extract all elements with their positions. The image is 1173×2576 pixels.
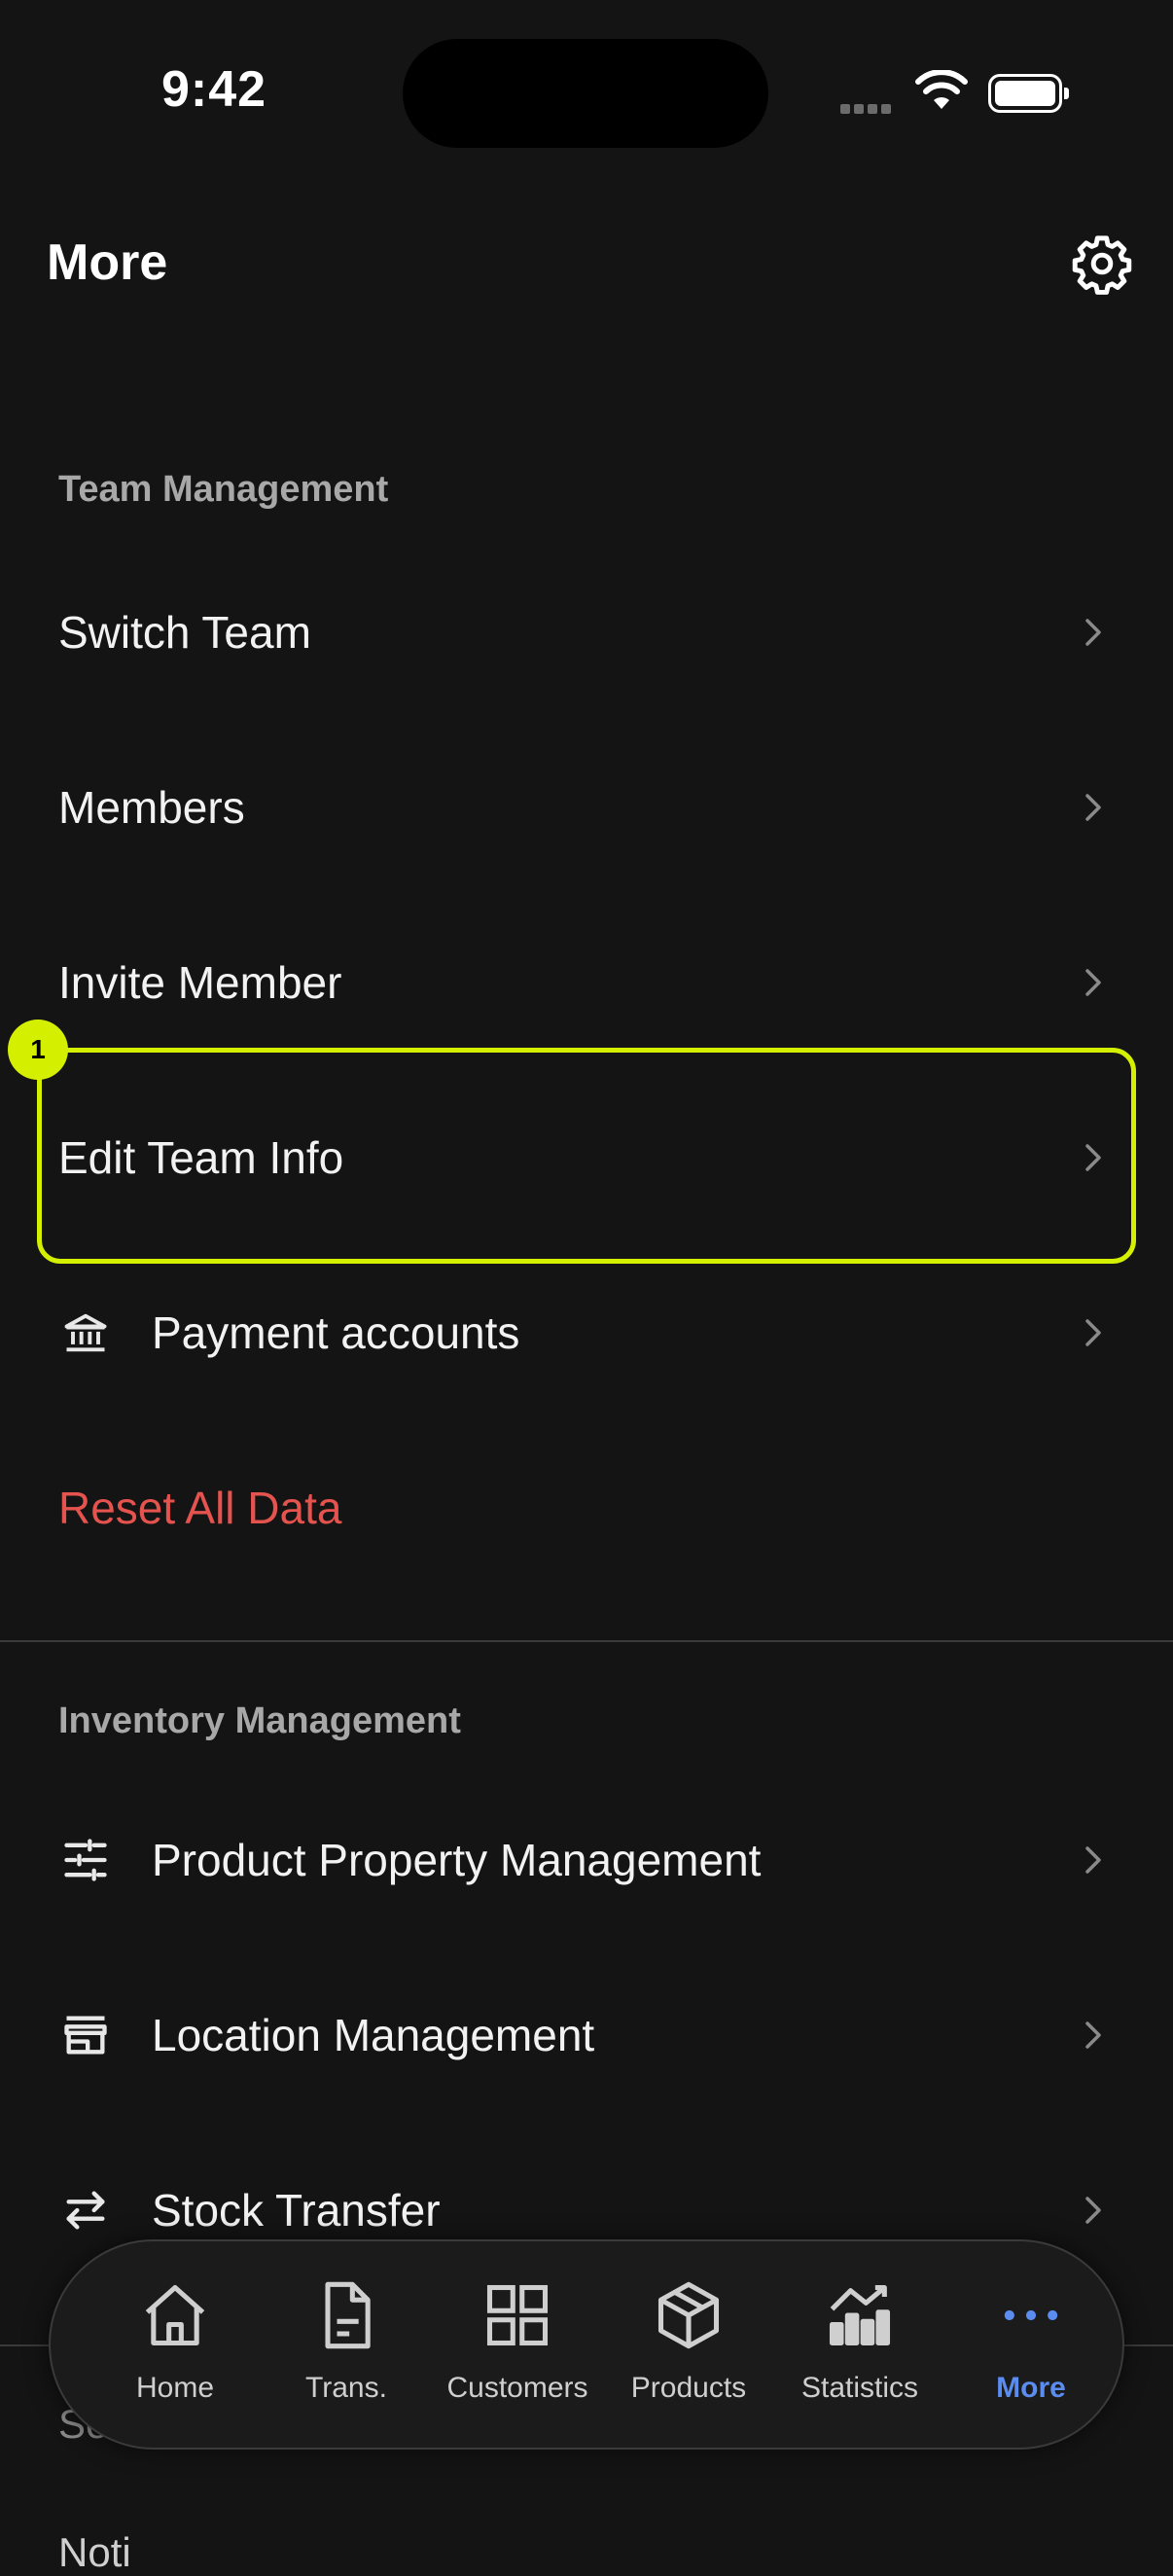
menu-item-label: Location Management — [152, 2010, 595, 2060]
battery-icon — [988, 74, 1069, 113]
document-icon — [325, 2281, 371, 2349]
menu-item-payment-accounts[interactable]: Payment accounts — [0, 1245, 1173, 1420]
grid-icon — [486, 2284, 549, 2346]
highlight-frame — [37, 1048, 1136, 1264]
tab-customers[interactable]: Customers — [432, 2278, 603, 2405]
menu-item-label: Switch Team — [58, 607, 311, 658]
chevron-right-icon — [1085, 1319, 1101, 1346]
tab-label: Customers — [446, 2372, 588, 2404]
partial-menu-item[interactable]: Noti — [58, 2529, 131, 2576]
page-title: More — [47, 234, 168, 291]
menu-item-label: Members — [58, 782, 245, 833]
chevron-right-icon — [1085, 1846, 1101, 1874]
section-title-inventory-management: Inventory Management — [58, 1700, 461, 1741]
bank-icon — [64, 1313, 107, 1352]
tab-label: Trans. — [305, 2372, 387, 2404]
tab-label: Statistics — [800, 2372, 919, 2404]
cellular-signal-icon — [840, 101, 895, 119]
box-icon — [658, 2281, 720, 2349]
section-divider — [0, 1640, 1173, 1642]
menu-item-label: Payment accounts — [152, 1307, 520, 1358]
menu-item-label: Product Property Management — [152, 1835, 762, 1885]
tab-label: More — [996, 2372, 1066, 2404]
menu-item-label: Stock Transfer — [152, 2185, 441, 2236]
settings-gear-icon[interactable] — [1070, 232, 1134, 296]
tab-more[interactable]: More — [945, 2278, 1117, 2405]
more-dots-icon — [1004, 2309, 1058, 2321]
tab-label: Products — [630, 2372, 747, 2404]
sliders-icon — [64, 1839, 107, 1881]
section-title-team-management: Team Management — [58, 469, 389, 510]
dynamic-island — [403, 39, 768, 148]
bar-chart-icon — [829, 2284, 891, 2346]
transfer-arrows-icon — [66, 2191, 105, 2230]
chevron-right-icon — [1085, 2021, 1101, 2049]
chevron-right-icon — [1085, 619, 1101, 646]
highlight-badge: 1 — [8, 1020, 68, 1080]
menu-item-reset-all-data[interactable]: Reset All Data — [0, 1420, 1173, 1595]
chevron-right-icon — [1085, 794, 1101, 821]
status-time: 9:42 — [161, 61, 267, 118]
tab-transactions[interactable]: Trans. — [261, 2278, 432, 2405]
tab-label: Home — [135, 2372, 215, 2404]
chevron-right-icon — [1085, 969, 1101, 996]
status-bar: 9:42 — [0, 0, 1173, 195]
store-icon — [64, 2016, 107, 2055]
menu-item-members[interactable]: Members — [0, 720, 1173, 895]
tab-products[interactable]: Products — [603, 2278, 774, 2405]
menu-item-switch-team[interactable]: Switch Team — [0, 545, 1173, 720]
chevron-right-icon — [1085, 2197, 1101, 2224]
home-icon — [145, 2284, 205, 2346]
menu-item-label: Invite Member — [58, 957, 342, 1008]
menu-item-location-management[interactable]: Location Management — [0, 1948, 1173, 2123]
menu-item-invite-member[interactable]: Invite Member — [0, 895, 1173, 1070]
bottom-tab-bar: Home Trans. Customers Products Statistic… — [49, 2239, 1124, 2450]
tab-home[interactable]: Home — [89, 2278, 261, 2405]
tab-statistics[interactable]: Statistics — [774, 2278, 945, 2405]
menu-item-product-property-management[interactable]: Product Property Management — [0, 1772, 1173, 1948]
menu-item-label-danger: Reset All Data — [58, 1483, 342, 1533]
wifi-icon — [915, 70, 968, 109]
